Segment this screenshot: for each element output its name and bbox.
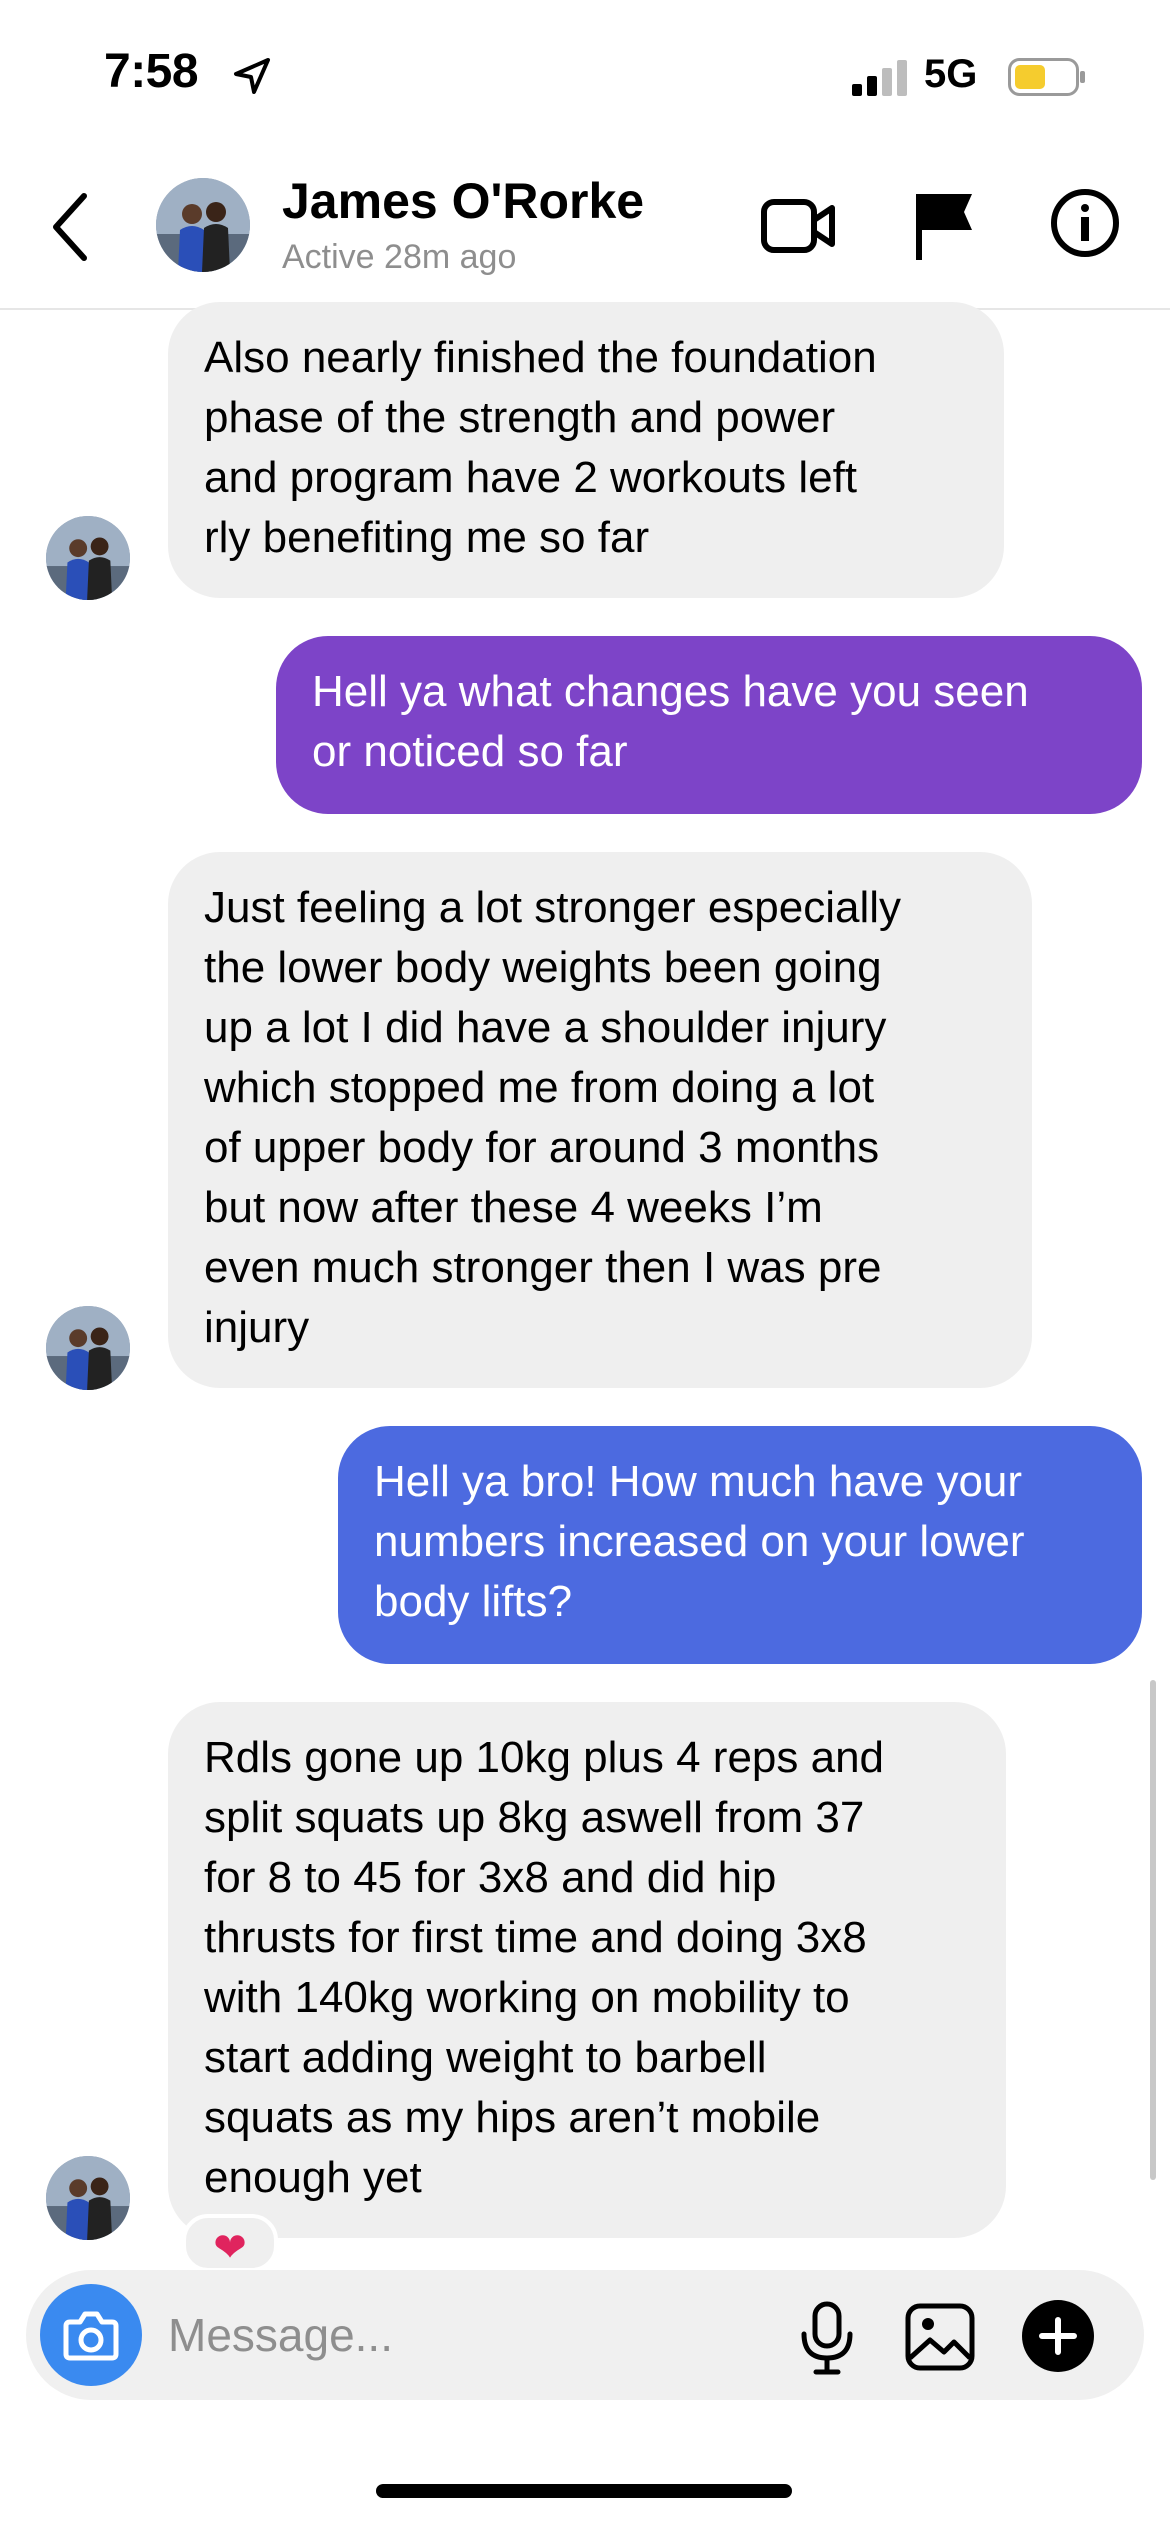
heart-reaction[interactable]: ❤: [182, 2214, 278, 2272]
message-line: rly benefiting me so far: [204, 513, 650, 562]
message-line: split squats up 8kg aswell from 37: [204, 1793, 865, 1842]
message-line: enough yet: [204, 2153, 422, 2202]
message-line: phase of the strength and power: [204, 393, 836, 442]
message-line: squats as my hips aren’t mobile: [204, 2093, 821, 2142]
camera-button[interactable]: [40, 2284, 142, 2386]
network-type: 5G: [924, 52, 978, 96]
incoming-message[interactable]: Also nearly finished the foundation phas…: [168, 302, 1004, 598]
message-line: Rdls gone up 10kg plus 4 reps and: [204, 1733, 885, 1782]
outgoing-message[interactable]: Hell ya what changes have you seen or no…: [276, 636, 1142, 814]
signal-icon: [852, 60, 907, 96]
message-line: the lower body weights been going: [204, 943, 882, 992]
message-line: injury: [204, 1303, 310, 1352]
sender-avatar[interactable]: [46, 516, 130, 600]
status-time: 7:58: [104, 45, 199, 98]
microphone-icon[interactable]: [796, 2300, 858, 2376]
message-line: Hell ya bro! How much have your: [374, 1457, 1023, 1506]
message-line: and program have 2 workouts left: [204, 453, 858, 502]
active-status: Active 28m ago: [282, 238, 517, 276]
location-arrow-icon: [234, 58, 270, 94]
message-line: Just feeling a lot stronger especially: [204, 883, 902, 932]
message-line: for 8 to 45 for 3x8 and did hip: [204, 1853, 777, 1902]
message-line: or noticed so far: [312, 727, 628, 776]
message-line: Also nearly finished the foundation: [204, 333, 877, 382]
message-line: start adding weight to barbell: [204, 2033, 767, 2082]
message-line: of upper body for around 3 months: [204, 1123, 880, 1172]
message-line: but now after these 4 weeks I’m: [204, 1183, 823, 1232]
info-icon[interactable]: [1050, 188, 1120, 258]
gallery-icon[interactable]: [904, 2302, 976, 2372]
message-line: body lifts?: [374, 1577, 573, 1626]
battery-icon: [1008, 58, 1085, 96]
message-line: up a lot I did have a shoulder injury: [204, 1003, 887, 1052]
message-input[interactable]: [166, 2304, 770, 2366]
back-chevron-icon[interactable]: [50, 192, 90, 262]
message-line: numbers increased on your lower: [374, 1517, 1025, 1566]
incoming-message[interactable]: Just feeling a lot stronger especially t…: [168, 852, 1032, 1388]
message-line: with 140kg working on mobility to: [204, 1973, 850, 2022]
plus-icon: [1039, 2317, 1077, 2355]
incoming-message[interactable]: Rdls gone up 10kg plus 4 reps and split …: [168, 1702, 1006, 2238]
camera-icon: [63, 2311, 119, 2361]
contact-avatar[interactable]: [156, 178, 250, 272]
outgoing-message[interactable]: Hell ya bro! How much have your numbers …: [338, 1426, 1142, 1664]
message-line: thrusts for first time and doing 3x8: [204, 1913, 867, 1962]
home-indicator: [376, 2484, 792, 2498]
video-call-icon[interactable]: [760, 194, 836, 258]
message-line: which stopped me from doing a lot: [204, 1063, 875, 1112]
message-line: even much stronger then I was pre: [204, 1243, 882, 1292]
scrollbar[interactable]: [1150, 1680, 1156, 2180]
sender-avatar[interactable]: [46, 2156, 130, 2240]
message-line: Hell ya what changes have you seen: [312, 667, 1029, 716]
sender-avatar[interactable]: [46, 1306, 130, 1390]
plus-button[interactable]: [1022, 2300, 1094, 2372]
contact-name[interactable]: James O'Rorke: [282, 172, 644, 230]
flag-icon[interactable]: [912, 190, 976, 262]
